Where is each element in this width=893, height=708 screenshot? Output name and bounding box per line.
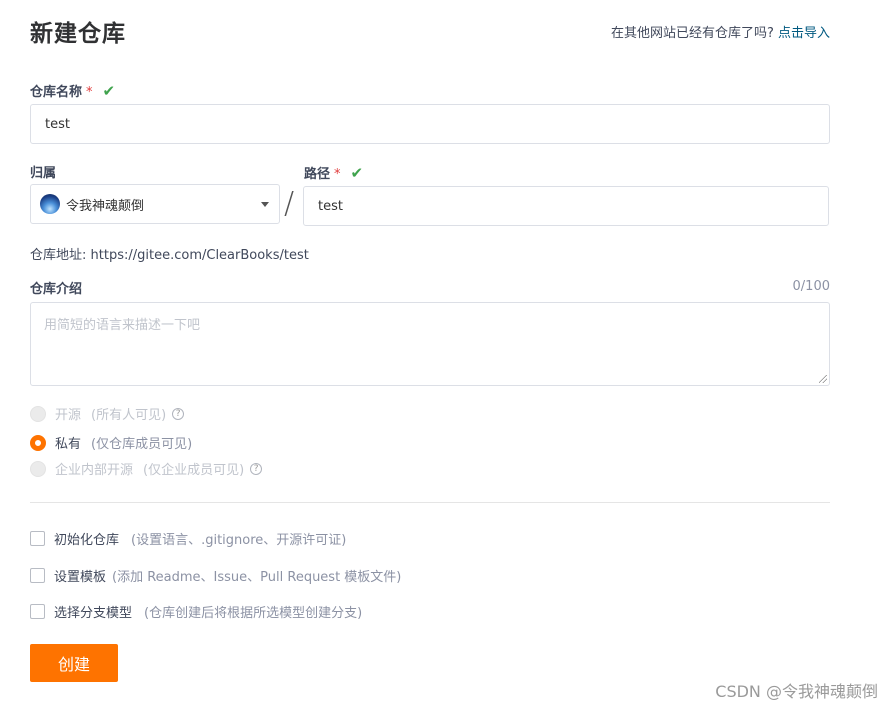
resize-handle-icon[interactable] (819, 375, 827, 383)
page-title: 新建仓库 (30, 21, 126, 47)
radio-button[interactable] (30, 405, 46, 422)
visibility-option-private[interactable]: 私有 (仅仓库成员可见) (30, 433, 192, 452)
visibility-option-label: 企业内部开源 (55, 463, 134, 478)
repo-name-value: test (45, 116, 70, 132)
description-textarea[interactable]: 用简短的语言来描述一下吧 (30, 302, 830, 386)
option-hint: (添加 Readme、Issue、Pull Request 模板文件) (112, 570, 402, 585)
visibility-option-hint: (仅仓库成员可见) (91, 437, 193, 452)
repo-name-label: 仓库名称 * ✔ (30, 81, 115, 100)
path-label-text: 路径 (304, 167, 331, 182)
required-mark: * (86, 85, 93, 100)
path-separator: / (284, 186, 295, 221)
option-label: 设置模板 (54, 570, 107, 585)
path-input[interactable]: test (303, 186, 829, 226)
option-hint: (仓库创建后将根据所选模型创建分支) (144, 606, 363, 621)
visibility-option-enterprise[interactable]: 企业内部开源 (仅企业成员可见) ? (30, 459, 263, 478)
owner-select[interactable]: 令我神魂颠倒 (30, 184, 280, 224)
check-icon: ✔ (350, 164, 364, 182)
help-icon[interactable]: ? (250, 462, 263, 475)
description-placeholder: 用简短的语言来描述一下吧 (44, 318, 201, 333)
checkbox[interactable] (30, 531, 45, 546)
chevron-down-icon (261, 202, 269, 207)
description-label: 仓库介绍 (30, 282, 83, 297)
help-icon[interactable]: ? (172, 407, 185, 420)
import-link[interactable]: 点击导入 (778, 26, 830, 41)
visibility-option-label: 开源 (55, 408, 82, 423)
visibility-option-label: 私有 (55, 437, 82, 452)
path-label: 路径 * ✔ (304, 163, 363, 182)
repo-address-url: https://gitee.com/ClearBooks/test (90, 248, 309, 263)
repo-name-label-text: 仓库名称 (30, 85, 83, 100)
visibility-option-hint: (所有人可见) (91, 408, 167, 423)
option-branch-model[interactable]: 选择分支模型 (仓库创建后将根据所选模型创建分支) (30, 602, 362, 621)
checkbox[interactable] (30, 604, 45, 619)
owner-label: 归属 (30, 166, 57, 181)
visibility-option-hint: (仅企业成员可见) (143, 463, 245, 478)
watermark: CSDN @令我神魂颠倒 (715, 682, 878, 701)
checkbox[interactable] (30, 568, 45, 583)
create-button[interactable]: 创建 (30, 644, 118, 682)
option-init-repo[interactable]: 初始化仓库 (设置语言、.gitignore、开源许可证) (30, 529, 346, 548)
owner-selected-value: 令我神魂颠倒 (66, 198, 145, 214)
path-value: test (318, 198, 343, 214)
repo-address-label: 仓库地址: (30, 248, 87, 263)
visibility-option-public[interactable]: 开源 (所有人可见) ? (30, 404, 185, 423)
option-label: 初始化仓库 (54, 533, 120, 548)
avatar (40, 194, 60, 214)
radio-button[interactable] (30, 434, 46, 451)
description-counter: 0/100 (792, 279, 830, 294)
radio-button[interactable] (30, 460, 46, 477)
import-prompt-text: 在其他网站已经有仓库了吗? (610, 26, 774, 41)
option-template[interactable]: 设置模板 (添加 Readme、Issue、Pull Request 模板文件) (30, 566, 401, 585)
required-mark: * (334, 167, 341, 182)
repo-address: 仓库地址: https://gitee.com/ClearBooks/test (30, 244, 309, 263)
option-hint: (设置语言、.gitignore、开源许可证) (131, 533, 347, 548)
divider (30, 502, 830, 503)
import-prompt: 在其他网站已经有仓库了吗? 点击导入 (611, 22, 830, 41)
check-icon: ✔ (102, 82, 116, 100)
repo-name-input[interactable]: test (30, 104, 830, 144)
option-label: 选择分支模型 (54, 606, 133, 621)
